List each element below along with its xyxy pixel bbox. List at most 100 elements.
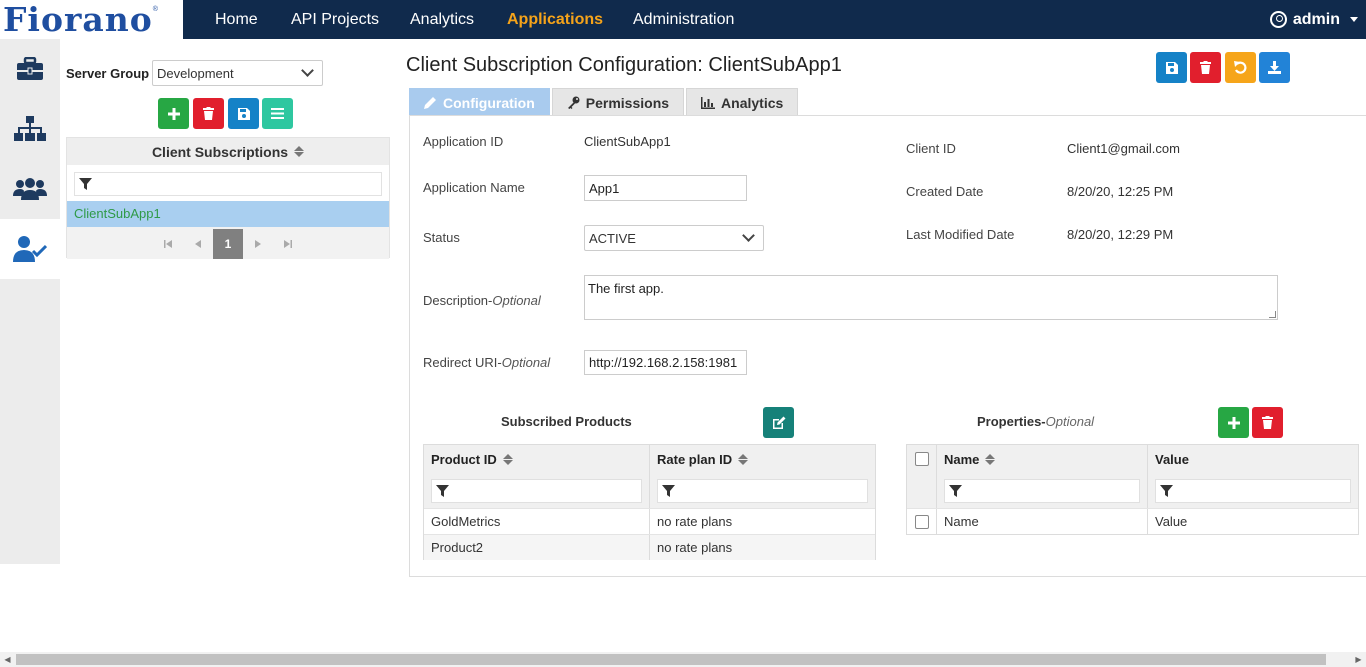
select-all-checkbox[interactable] — [914, 452, 929, 466]
resize-handle-icon[interactable] — [1269, 311, 1276, 318]
description-optional: Optional — [492, 293, 541, 308]
column-name[interactable]: Name — [937, 445, 1148, 473]
prev-page-icon[interactable] — [183, 229, 213, 259]
last-page-icon[interactable] — [273, 229, 303, 259]
pencil-icon — [424, 97, 436, 109]
trash-icon — [1262, 416, 1273, 429]
save-subscription-button[interactable] — [228, 98, 259, 129]
briefcase-icon — [17, 57, 43, 80]
table-row[interactable]: Product2 no rate plans — [424, 534, 875, 560]
filter-icon — [79, 178, 92, 190]
plus-icon — [1227, 416, 1240, 429]
list-item[interactable]: ClientSubApp1 — [67, 201, 389, 227]
row-checkbox[interactable] — [914, 514, 929, 529]
sort-icon — [502, 453, 513, 465]
rate-plan-filter-input[interactable] — [657, 478, 868, 503]
last-modified-value: 8/20/20, 12:29 PM — [1067, 227, 1174, 242]
description-value: The first app. — [588, 281, 664, 296]
redirect-uri-input[interactable]: http://192.168.2.158:1981 — [584, 350, 747, 375]
scrollbar-thumb[interactable] — [16, 654, 1326, 665]
status-select[interactable]: ACTIVE — [584, 225, 764, 251]
application-id-label: Application ID — [423, 134, 504, 149]
filter-icon — [662, 484, 675, 497]
table-row[interactable]: Name Value — [907, 508, 1358, 534]
logo-text: Fiorano — [3, 0, 153, 39]
chevron-down-icon — [301, 64, 314, 77]
created-date-value: 8/20/20, 12:25 PM — [1067, 184, 1174, 199]
nav-applications[interactable]: Applications — [507, 0, 603, 39]
server-group-select[interactable]: Development — [152, 60, 323, 86]
delete-property-button[interactable] — [1252, 407, 1283, 438]
save-icon — [1165, 61, 1178, 74]
nav-api-projects[interactable]: API Projects — [291, 0, 379, 39]
config-tabs: Configuration Permissions Analytics — [409, 88, 799, 116]
sort-icon — [738, 453, 749, 465]
undo-button[interactable] — [1225, 52, 1256, 83]
chevron-down-icon — [742, 229, 755, 242]
key-icon — [567, 96, 580, 109]
user-menu[interactable]: admin — [1269, 0, 1358, 39]
subscribed-products-title: Subscribed Products — [501, 414, 632, 429]
scroll-right-icon[interactable]: ▶ — [1351, 652, 1366, 667]
tab-configuration-label: Configuration — [443, 94, 535, 111]
list-header[interactable]: Client Subscriptions — [67, 138, 389, 165]
add-subscription-button[interactable] — [158, 98, 189, 129]
redirect-uri-value: http://192.168.2.158:1981 — [589, 355, 738, 370]
undo-icon — [1234, 61, 1247, 74]
sort-icon — [294, 146, 305, 157]
rail-item-projects[interactable] — [0, 39, 60, 99]
nav-administration[interactable]: Administration — [633, 0, 734, 39]
filter-icon — [436, 484, 449, 497]
plus-icon — [167, 107, 180, 120]
description-label: Description-Optional — [423, 293, 541, 308]
rail-item-hierarchy[interactable] — [0, 99, 60, 159]
delete-subscription-button[interactable] — [193, 98, 224, 129]
caret-down-icon — [1350, 17, 1358, 22]
tab-configuration[interactable]: Configuration — [409, 88, 550, 116]
application-name-input[interactable]: App1 — [584, 175, 747, 201]
column-rate-plan-id[interactable]: Rate plan ID — [650, 445, 875, 473]
table-row[interactable]: GoldMetrics no rate plans — [424, 508, 875, 534]
filter-icon — [1160, 484, 1173, 497]
scroll-left-icon[interactable]: ◀ — [0, 652, 15, 667]
product-id-filter-input[interactable] — [431, 478, 642, 503]
next-page-icon[interactable] — [243, 229, 273, 259]
description-textarea[interactable]: The first app. — [584, 275, 1278, 320]
edit-products-button[interactable] — [763, 407, 794, 438]
user-check-icon — [13, 236, 47, 262]
pager: 1 — [67, 227, 389, 259]
list-filter-input[interactable] — [74, 172, 382, 196]
first-page-icon[interactable] — [153, 229, 183, 259]
delete-button[interactable] — [1190, 52, 1221, 83]
current-page[interactable]: 1 — [213, 229, 243, 259]
download-button[interactable] — [1259, 52, 1290, 83]
bar-chart-icon — [701, 96, 716, 109]
column-value[interactable]: Value — [1148, 445, 1358, 473]
tab-permissions[interactable]: Permissions — [551, 88, 685, 116]
edit-icon — [772, 416, 785, 429]
horizontal-scrollbar[interactable]: ◀ ▶ — [0, 652, 1366, 667]
name-filter-input[interactable] — [944, 478, 1140, 503]
rail-item-users[interactable] — [0, 159, 60, 219]
list-title: Client Subscriptions — [151, 143, 289, 160]
tab-analytics-label: Analytics — [721, 94, 784, 111]
column-product-id[interactable]: Product ID — [424, 445, 650, 473]
top-nav-bar: Fiorano ® Home API Projects Analytics Ap… — [0, 0, 1366, 39]
logo-registered-mark: ® — [152, 6, 158, 13]
add-property-button[interactable] — [1218, 407, 1249, 438]
server-group-value: Development — [157, 65, 234, 81]
created-date-label: Created Date — [906, 184, 984, 199]
fiorano-logo[interactable]: Fiorano ® — [0, 0, 183, 39]
trash-icon — [1200, 61, 1211, 74]
page-title: Client Subscription Configuration: Clien… — [406, 54, 842, 76]
rail-item-client-subscriptions[interactable] — [0, 219, 60, 279]
nav-analytics[interactable]: Analytics — [410, 0, 474, 39]
nav-home[interactable]: Home — [215, 0, 258, 39]
side-icon-rail — [0, 39, 60, 564]
tab-analytics[interactable]: Analytics — [686, 88, 799, 116]
value-filter-input[interactable] — [1155, 478, 1351, 503]
list-view-button[interactable] — [262, 98, 293, 129]
save-button[interactable] — [1156, 52, 1187, 83]
sitemap-icon — [14, 116, 46, 141]
application-name-value: App1 — [589, 180, 620, 196]
